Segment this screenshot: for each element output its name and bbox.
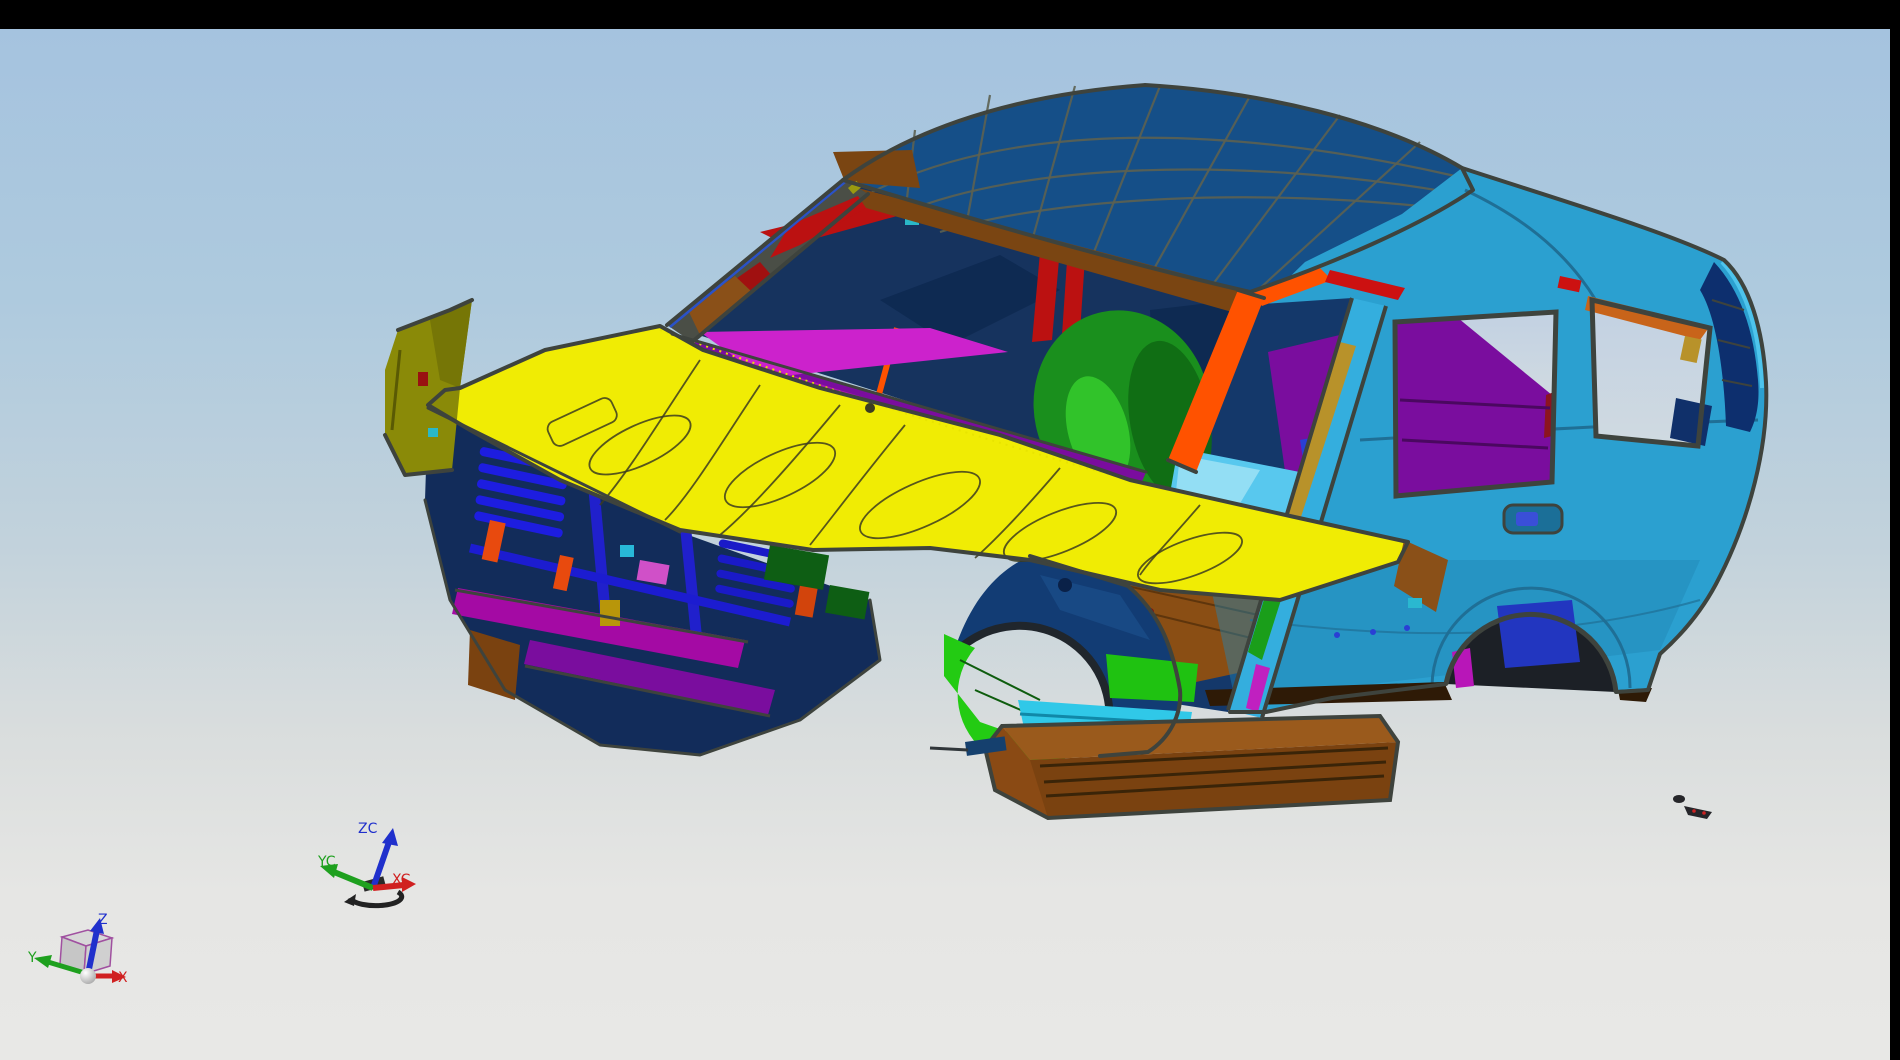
window-right-frame bbox=[1890, 0, 1900, 1060]
view-y-label: Y bbox=[27, 950, 37, 966]
view-orientation-triad: Z Y X bbox=[27, 912, 128, 986]
cad-application-window: ZC YC XC Z Y X bbox=[0, 0, 1900, 1060]
running-board[interactable] bbox=[985, 716, 1398, 818]
rear-door-window[interactable] bbox=[1395, 312, 1556, 496]
model-canvas[interactable]: ZC YC XC Z Y X bbox=[0, 0, 1900, 1060]
debris-parts[interactable] bbox=[1673, 795, 1712, 819]
wcs-triad[interactable]: ZC YC XC bbox=[317, 821, 416, 906]
wcs-xc-label: XC bbox=[392, 872, 411, 888]
window-top-frame bbox=[0, 0, 1900, 29]
wcs-zc-label: ZC bbox=[358, 821, 378, 837]
view-x-label: X bbox=[118, 970, 128, 986]
wcs-yc-label: YC bbox=[317, 854, 336, 870]
door-handle[interactable] bbox=[1504, 505, 1562, 533]
view-z-label: Z bbox=[98, 912, 108, 928]
